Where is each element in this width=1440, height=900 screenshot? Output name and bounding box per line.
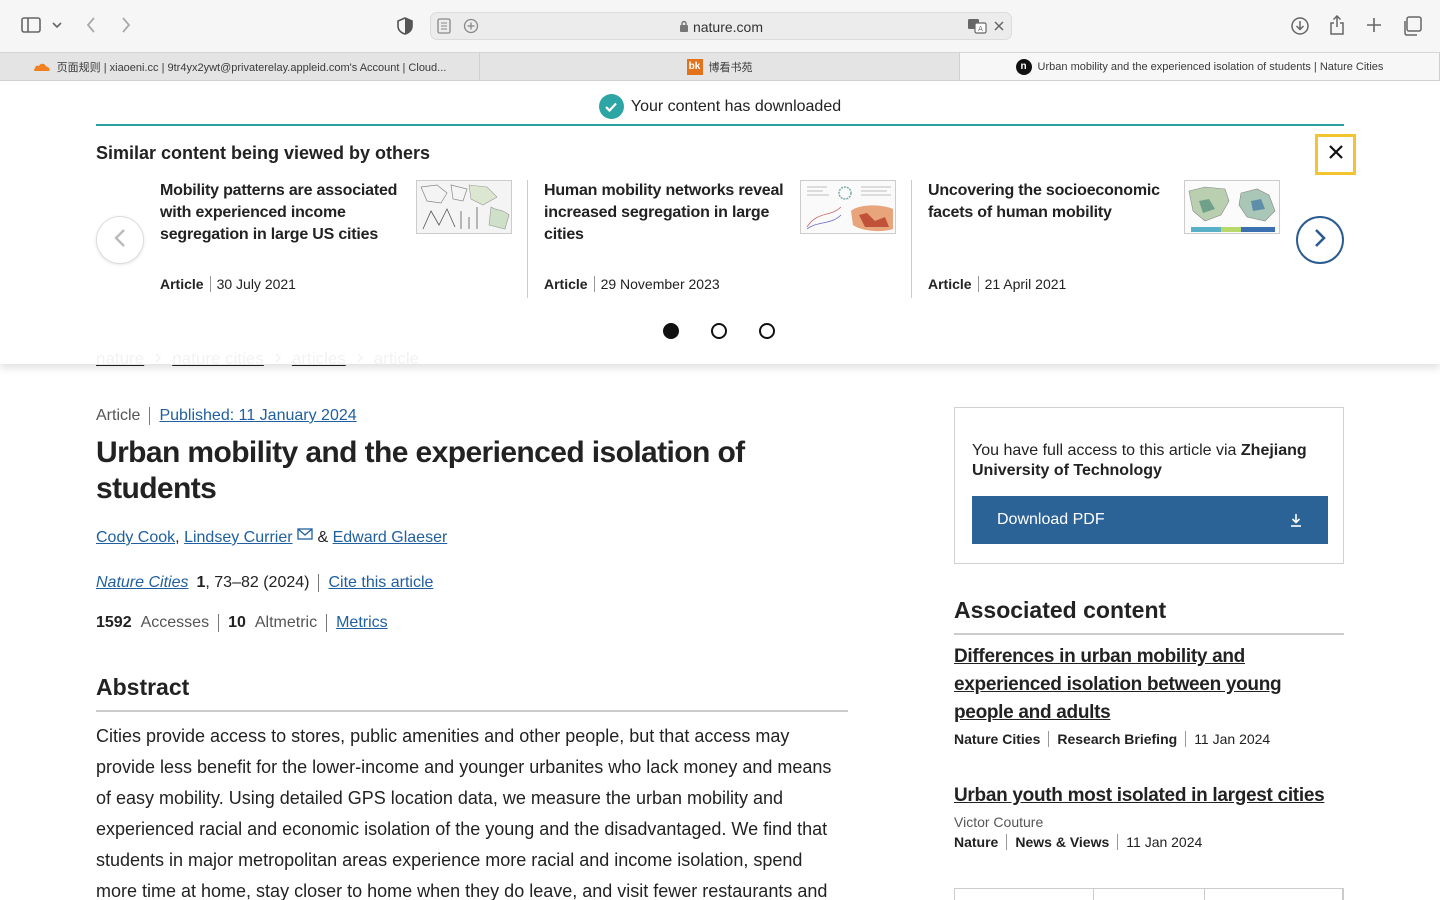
carousel-dot-3[interactable] [759,323,775,339]
similar-card[interactable]: Mobility patterns are associated with ex… [160,180,512,300]
associated-item-link[interactable]: Urban youth most isolated in largest cit… [954,782,1344,810]
similar-content-heading: Similar content being viewed by others [96,143,431,163]
chevron-right-icon [1314,228,1326,253]
access-text: You have full access to this article via… [972,442,1307,479]
address-bar[interactable]: nature.com A [430,12,1012,40]
mail-icon[interactable] [297,527,313,545]
divider [218,614,220,632]
tab-bookan[interactable]: bk 博看书苑 [480,53,960,80]
accesses-count: 1592 [96,614,132,631]
associated-item-author: Victor Couture [954,814,1044,830]
published-date-link[interactable]: Published: 11 January 2024 [159,407,356,425]
divider [318,574,320,592]
tab-overview-icon[interactable] [1401,15,1423,37]
carousel-dot-1[interactable] [663,323,679,339]
similar-content-overlay: Your content has downloaded Similar cont… [0,81,1440,364]
altmetric-count: 10 [228,614,246,631]
author-list: Cody Cook, Lindsey Currier & Edward Glae… [96,527,448,546]
sidebar-toggle-icon[interactable] [20,15,42,35]
cloudflare-icon [33,62,51,72]
url-text: nature.com [692,19,764,35]
back-icon[interactable] [82,15,100,35]
associated-item-link[interactable]: Differences in urban mobility and experi… [954,643,1344,727]
carousel-prev-button[interactable] [96,216,144,264]
tab-title: 博看书苑 [708,61,753,74]
download-pdf-button[interactable]: Download PDF [972,496,1328,544]
author-link-cook[interactable]: Cody Cook [96,529,175,546]
similar-card-title[interactable]: Human mobility networks reveal increased… [544,180,784,246]
abstract-heading: Abstract [96,674,848,712]
close-icon [1328,144,1344,165]
associated-item-tags: Nature Cities Research Briefing 11 Jan 2… [954,731,1271,747]
svg-text:A: A [978,25,983,33]
download-banner: Your content has downloaded [96,89,1344,126]
carousel-pagination [663,323,775,339]
check-circle-icon [598,94,624,119]
similar-card-title[interactable]: Mobility patterns are associated with ex… [160,180,400,246]
page-content: nature nature cities articles article Ar… [0,81,1440,900]
journal-link[interactable]: Nature Cities [96,574,188,592]
associated-item: Urban youth most isolated in largest cit… [954,782,1344,850]
tab-bar: 页面规则 | xiaoeni.cc | 9tr4yx2ywt@privatere… [0,52,1440,81]
download-message: Your content has downloaded [630,97,842,115]
sidebar-tabs [954,888,1344,900]
article-title: Urban mobility and the experienced isola… [96,436,745,505]
chevron-down-icon[interactable] [50,17,64,33]
new-tab-icon[interactable] [1364,15,1384,35]
carousel-dot-2[interactable] [711,323,727,339]
similar-card-title[interactable]: Uncovering the socioeconomic facets of h… [928,180,1168,224]
translate-icon[interactable]: A [967,18,987,39]
sidebar-tab[interactable] [1094,889,1205,900]
accesses-label: Accesses [140,614,210,631]
similar-card[interactable]: Human mobility networks reveal increased… [544,180,896,300]
forward-icon[interactable] [117,15,135,35]
download-icon [1290,513,1302,532]
tab-title: 页面规则 | xiaoeni.cc | 9tr4yx2ywt@privatere… [56,61,447,74]
volume: 1 [196,574,206,591]
sidebar-tab[interactable] [955,889,1094,900]
close-overlay-button[interactable] [1315,134,1356,175]
article-type: Article [96,407,141,424]
tab-title: Urban mobility and the experienced isola… [1037,60,1384,73]
privacy-shield-icon[interactable] [395,15,415,37]
similar-card-thumbnail [416,180,512,234]
similar-card-thumbnail [800,180,896,234]
similar-card[interactable]: Uncovering the socioeconomic facets of h… [928,180,1280,300]
clear-url-icon[interactable] [993,19,1005,37]
browser-toolbar: nature.com A [0,0,1440,52]
associated-item-tags: Nature News & Views 11 Jan 2024 [954,834,1203,850]
divider [149,407,151,425]
citation-line: Nature Cities 1 , 73–82 (2024) Cite this… [96,574,433,592]
author-link-currier[interactable]: Lindsey Currier [184,529,292,546]
chevron-left-icon [114,228,126,253]
metrics-line: 1592 Accesses 10 Altmetric Metrics [96,614,388,632]
divider [326,614,328,632]
tab-nature-article[interactable]: n Urban mobility and the experienced iso… [960,53,1440,80]
associated-content-heading: Associated content [954,597,1344,635]
article-meta: Article Published: 11 January 2024 [96,407,357,425]
metrics-link[interactable]: Metrics [336,614,388,632]
cite-link[interactable]: Cite this article [328,574,433,592]
divider [527,180,528,298]
altmetric-label: Altmetric [254,614,318,631]
pages-year: , 73–82 (2024) [205,574,310,591]
nature-n-icon: n [1015,58,1032,75]
similar-card-meta: Article 30 July 2021 [160,276,296,292]
tab-cloudflare[interactable]: 页面规则 | xiaoeni.cc | 9tr4yx2ywt@privatere… [0,53,480,80]
abstract-text: Cities provide access to stores, public … [96,726,832,900]
sidebar-tab[interactable] [1205,889,1343,900]
similar-card-thumbnail [1184,180,1280,234]
share-icon[interactable] [1327,13,1347,37]
similar-card-meta: Article 21 April 2021 [928,276,1067,292]
similar-card-meta: Article 29 November 2023 [544,276,720,292]
divider [911,180,912,298]
author-link-glaeser[interactable]: Edward Glaeser [333,529,448,546]
bk-icon: bk [686,58,703,75]
carousel-next-button[interactable] [1296,216,1344,264]
associated-item: Differences in urban mobility and experi… [954,643,1344,747]
access-box: You have full access to this article via… [954,407,1344,564]
downloads-icon[interactable] [1289,15,1311,37]
